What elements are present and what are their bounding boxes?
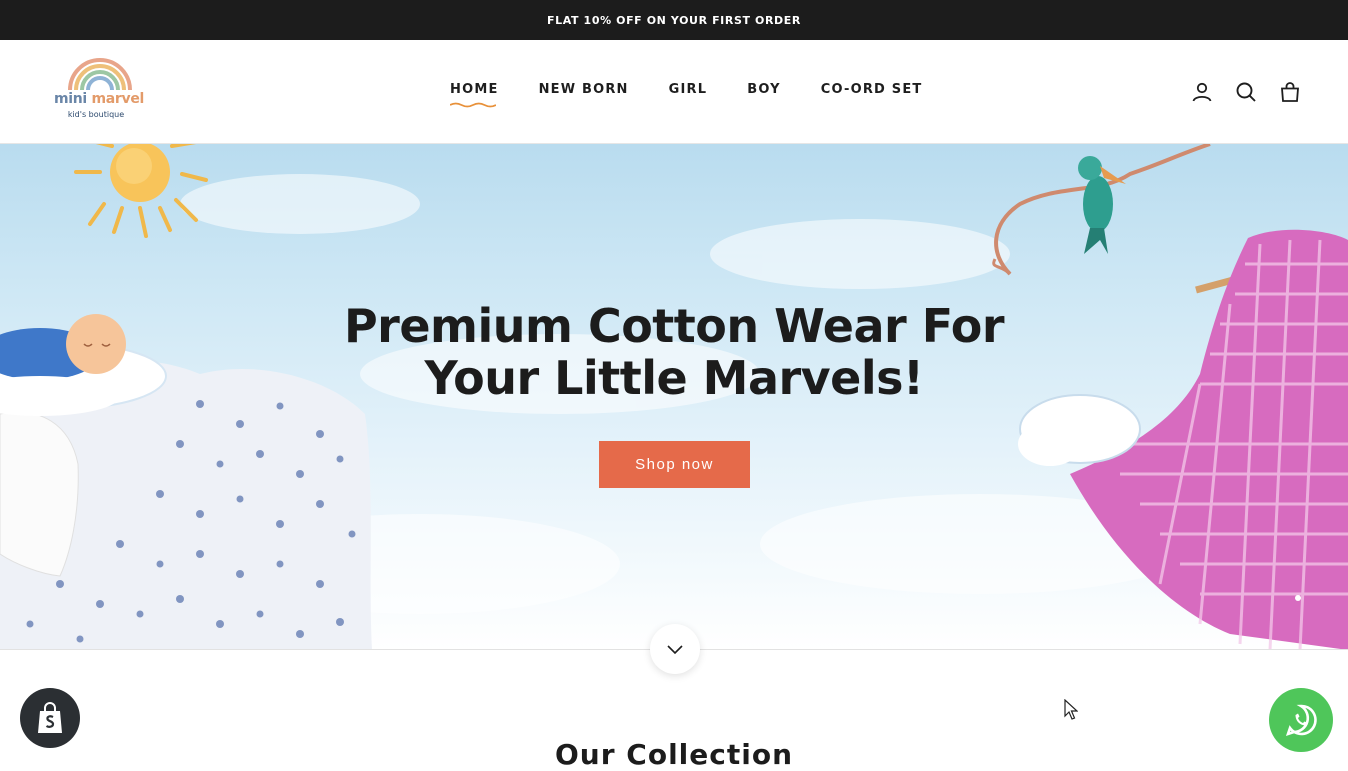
parrot-icon: [1078, 156, 1126, 254]
chevron-down-icon: [667, 645, 683, 655]
hero-title: Premium Cotton Wear For Your Little Marv…: [324, 300, 1024, 404]
logo-wordmark: mini marvel: [46, 91, 152, 107]
nav-item-new-born[interactable]: NEW BORN: [539, 82, 629, 97]
main-nav: HOME NEW BORN GIRL BOY CO-ORD SET: [450, 82, 923, 108]
logo-word-marvel: marvel: [91, 91, 145, 107]
active-underline-icon: [450, 102, 496, 108]
nav-label-co-ord-set: CO-ORD SET: [820, 82, 923, 97]
whatsapp-icon: [1285, 704, 1317, 737]
collection-title: Our Collection: [554, 738, 793, 771]
mouse-cursor-icon: [1064, 699, 1078, 720]
shopify-chat-button[interactable]: [20, 688, 80, 748]
nav-label-new-born: NEW BORN: [538, 82, 629, 97]
nav-item-boy[interactable]: BOY: [747, 82, 781, 97]
header-actions: [1190, 80, 1302, 104]
nav-label-home: HOME: [450, 82, 499, 97]
dress-button-icon: [1295, 595, 1301, 601]
account-icon[interactable]: [1190, 80, 1214, 104]
scroll-down-button[interactable]: [650, 624, 700, 674]
logo-tagline: kid's boutique: [67, 110, 125, 119]
announcement-bar: FLAT 10% OFF ON YOUR FIRST ORDER: [0, 0, 1348, 40]
nav-item-girl[interactable]: GIRL: [669, 82, 708, 97]
hero-banner: Premium Cotton Wear For Your Little Marv…: [0, 144, 1348, 650]
site-header: mini marvel kid's boutique HOME NEW BORN…: [0, 40, 1348, 144]
whatsapp-chat-button[interactable]: [1269, 688, 1333, 752]
brand-logo[interactable]: mini marvel kid's boutique: [46, 58, 152, 124]
shop-now-button[interactable]: Shop now: [599, 441, 750, 488]
hero-title-line-1: Premium Cotton Wear For: [343, 299, 1005, 353]
rainbow-icon: [68, 58, 132, 91]
sun-icon: [74, 144, 208, 238]
cart-icon[interactable]: [1278, 80, 1302, 104]
nav-item-co-ord-set[interactable]: CO-ORD SET: [821, 82, 923, 97]
nav-label-girl: GIRL: [668, 82, 708, 97]
hero-title-line-2: Your Little Marvels!: [424, 351, 925, 405]
announcement-text: FLAT 10% OFF ON YOUR FIRST ORDER: [547, 13, 801, 27]
nav-label-boy: BOY: [747, 82, 781, 97]
nav-item-home[interactable]: HOME: [450, 82, 499, 108]
search-icon[interactable]: [1234, 80, 1258, 104]
shopify-bag-icon: [38, 702, 62, 733]
logo-word-mini: mini: [53, 91, 87, 107]
